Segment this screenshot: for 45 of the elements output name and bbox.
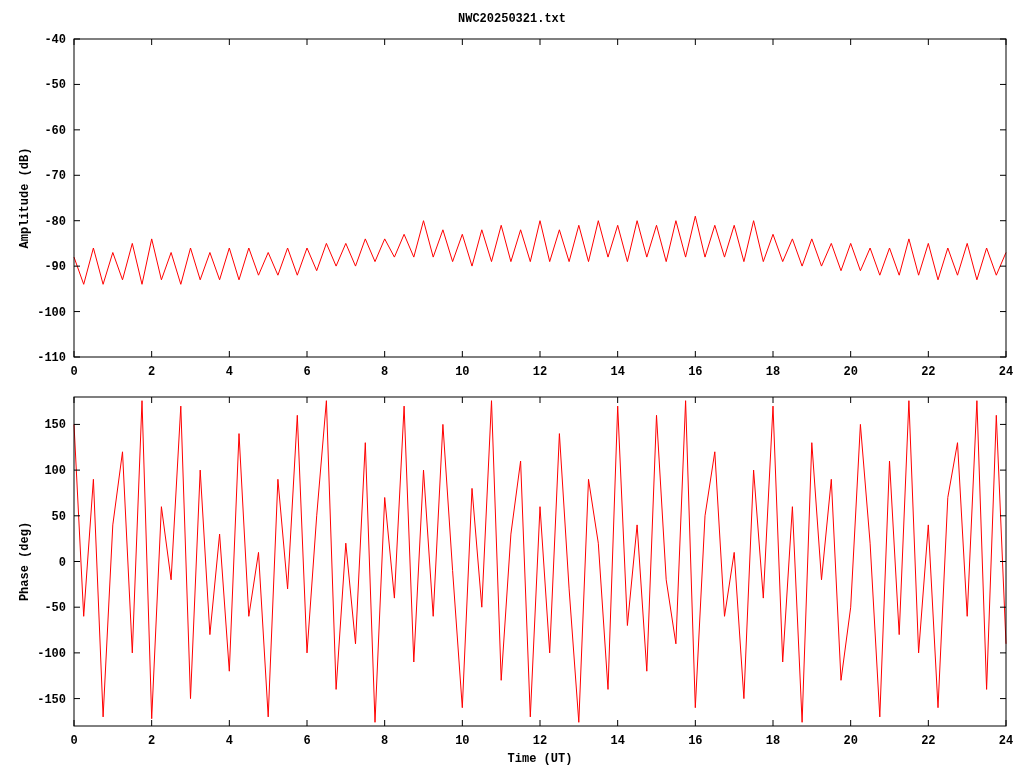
tick-label: 16 [688, 734, 703, 748]
tick-label: 0 [70, 734, 78, 748]
tick-label: 4 [225, 365, 233, 379]
tick-label: -60 [44, 123, 66, 138]
tick-label: 24 [998, 734, 1014, 748]
tick-label: -50 [44, 601, 66, 616]
tick-label: -100 [37, 305, 66, 320]
tick-label: -70 [44, 169, 66, 184]
tick-label: 8 [381, 365, 389, 379]
tick-label: 6 [303, 734, 311, 748]
tick-label: 18 [765, 365, 781, 379]
tick-label: 24 [998, 365, 1014, 379]
axis-label: Amplitude (dB) [18, 147, 32, 249]
tick-label: -80 [44, 214, 66, 229]
chart-title: NWC20250321.txt [458, 11, 566, 28]
tick-label: 16 [688, 365, 703, 379]
tick-label: 150 [44, 418, 66, 433]
tick-label: -150 [37, 692, 66, 707]
tick-label: 50 [51, 509, 66, 524]
tick-label: 10 [455, 734, 470, 748]
tick-label: 22 [921, 365, 936, 379]
tick-label: -100 [37, 646, 66, 661]
tick-label: 12 [532, 734, 548, 748]
tick-label: 2 [148, 365, 156, 379]
tick-label: 12 [532, 365, 548, 379]
axis-label: Time (UT) [507, 752, 573, 766]
tick-label: 6 [303, 365, 311, 379]
tick-label: -90 [44, 260, 66, 275]
tick-label: 22 [921, 734, 936, 748]
tick-label: 100 [44, 464, 66, 479]
tick-label: -110 [37, 351, 66, 365]
tick-label: 18 [765, 734, 781, 748]
tick-label: 0 [70, 365, 78, 379]
tick-label: 8 [381, 734, 389, 748]
tick-label: 2 [148, 734, 156, 748]
tick-label: 20 [843, 734, 858, 748]
tick-label: 14 [610, 365, 625, 379]
tick-label: -40 [44, 33, 66, 47]
tick-label: 20 [843, 365, 858, 379]
tick-label: 10 [455, 365, 470, 379]
axis-label: Phase (deg) [18, 521, 32, 602]
tick-label: -50 [44, 78, 66, 93]
tick-label: 0 [58, 555, 66, 570]
tick-label: 14 [610, 734, 625, 748]
tick-label: 4 [225, 734, 233, 748]
